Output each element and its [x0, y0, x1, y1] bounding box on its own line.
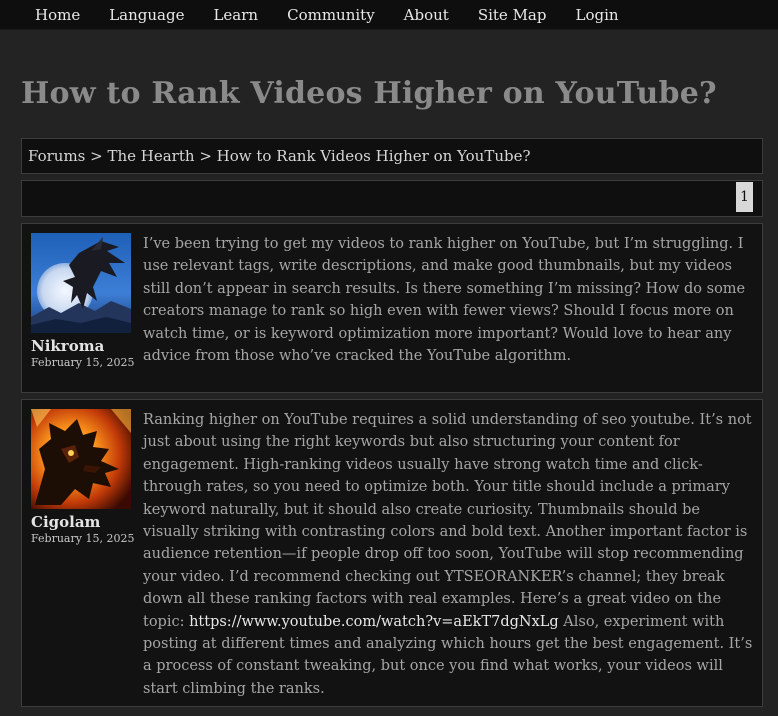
post-body: Ranking higher on YouTube requires a sol…	[143, 409, 755, 700]
dragon-moon-avatar-icon	[31, 233, 131, 333]
nav-learn[interactable]: Learn	[213, 5, 258, 25]
post-date: February 15, 2025	[31, 356, 135, 369]
nav-about[interactable]: About	[404, 5, 449, 25]
forum-post: Cigolam February 15, 2025 Ranking higher…	[21, 399, 763, 707]
top-navigation: Home Language Learn Community About Site…	[0, 0, 778, 30]
post-date: February 15, 2025	[31, 532, 135, 545]
post-body: I’ve been trying to get my videos to ran…	[143, 236, 746, 365]
dragon-fire-avatar-icon	[31, 409, 131, 509]
page-number-button[interactable]: 1	[736, 182, 753, 212]
nav-site-map[interactable]: Site Map	[478, 5, 547, 25]
breadcrumb: Forums > The Hearth > How to Rank Videos…	[21, 138, 763, 174]
post-author[interactable]: Nikroma	[31, 337, 104, 355]
avatar	[31, 233, 131, 333]
nav-login[interactable]: Login	[575, 5, 618, 25]
nav-home[interactable]: Home	[35, 5, 80, 25]
nav-language[interactable]: Language	[109, 5, 184, 25]
forum-post: Nikroma February 15, 2025 I’ve been tryi…	[21, 223, 763, 393]
avatar	[31, 409, 131, 509]
post-text: Ranking higher on YouTube requires a sol…	[143, 412, 752, 630]
pagination-bar: 1	[21, 180, 763, 217]
page-title: How to Rank Videos Higher on YouTube?	[21, 76, 717, 111]
nav-community[interactable]: Community	[287, 5, 375, 25]
breadcrumb-text[interactable]: Forums > The Hearth > How to Rank Videos…	[22, 147, 531, 165]
post-author[interactable]: Cigolam	[31, 513, 100, 531]
youtube-video-link[interactable]: https://www.youtube.com/watch?v=aEkT7dgN…	[189, 614, 559, 630]
